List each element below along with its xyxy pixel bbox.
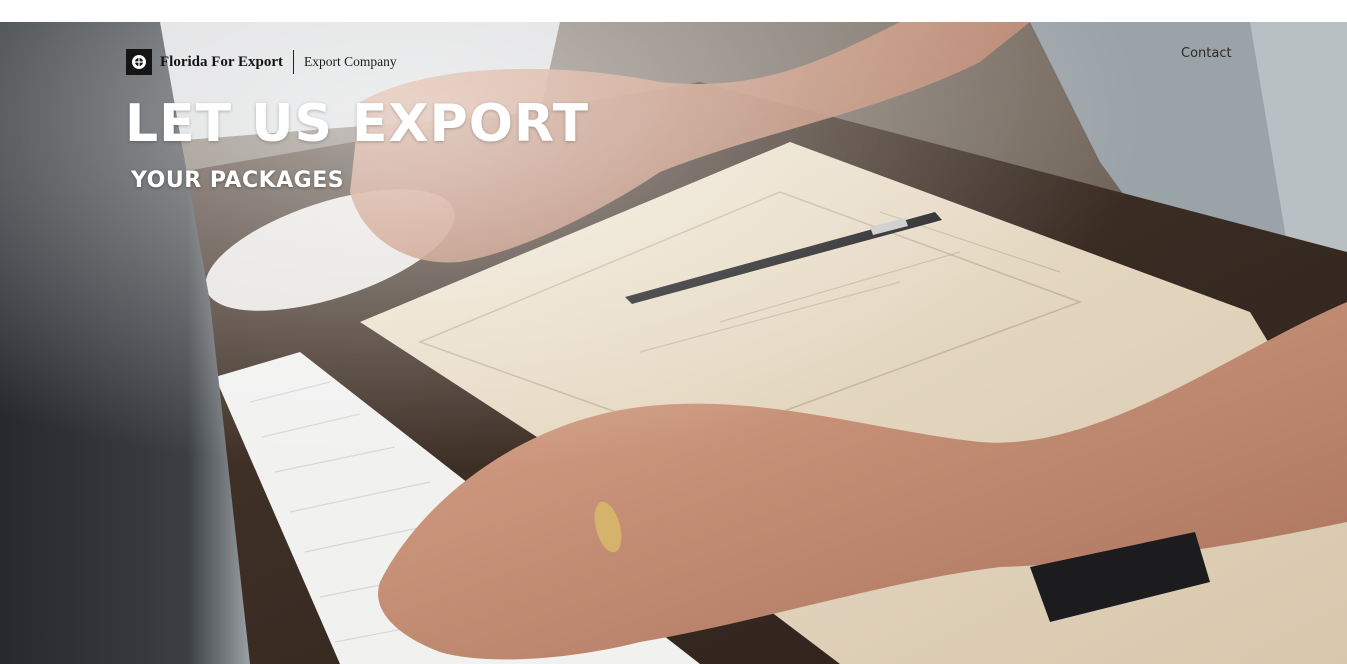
browser-top-strip (0, 0, 1347, 23)
brand-divider (293, 50, 295, 74)
nav-contact-link[interactable]: Contact (1181, 46, 1232, 61)
hero-headline: LET US EXPORT (125, 94, 590, 154)
hero-section: Florida For Export Export Company Contac… (0, 22, 1347, 664)
brand-name: Florida For Export (160, 53, 284, 70)
brand-tagline: Export Company (304, 54, 397, 69)
brand-logo[interactable]: Florida For Export Export Company (126, 47, 397, 77)
hero-subheadline: YOUR PACKAGES (131, 168, 345, 193)
globe-logo-icon (126, 49, 152, 75)
